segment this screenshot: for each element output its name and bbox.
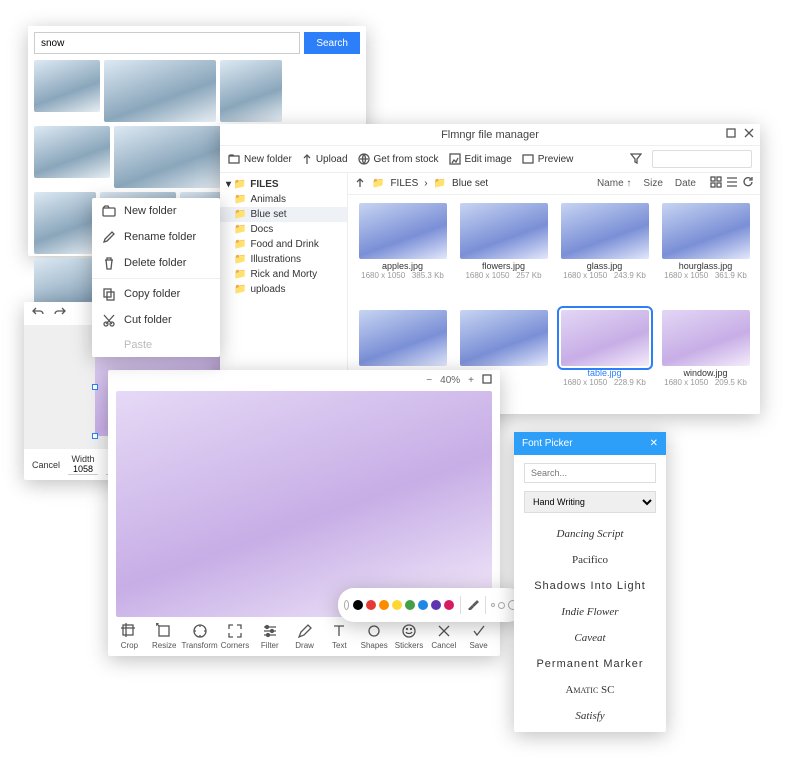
window-titlebar: Flmngr file manager [220,124,760,146]
brush-color-swatch[interactable] [379,600,389,610]
undo-icon[interactable] [32,306,44,321]
tool-shapes[interactable]: Shapes [357,623,392,650]
font-category-select[interactable]: Hand Writing [524,491,656,513]
brush-color-swatch[interactable] [418,600,428,610]
close-icon[interactable]: ✕ [650,438,658,449]
result-thumb[interactable] [34,192,96,254]
result-thumb[interactable] [34,60,100,112]
upload-button[interactable]: Upload [302,153,348,165]
tool-draw[interactable]: Draw [287,623,322,650]
tool-text[interactable]: Text [322,623,357,650]
up-icon[interactable] [354,176,366,191]
view-list-icon[interactable] [726,176,738,191]
tool-resize[interactable]: Resize [147,623,182,650]
brush-popover [338,588,524,622]
tool-cancel[interactable]: Cancel [426,623,461,650]
file-item[interactable]: window.jpg1680 x 1050 209.5 Kb [659,310,752,407]
zoom-in-icon[interactable]: + [468,375,474,386]
tool-crop[interactable]: Crop [112,623,147,650]
breadcrumb[interactable]: Blue set [452,178,488,189]
tree-root[interactable]: ▾ 📁 FILES [220,177,347,192]
brush-color-swatch[interactable] [444,600,454,610]
color-none-icon[interactable] [344,600,349,610]
ctx-new-folder[interactable]: New folder [92,198,220,224]
font-option[interactable]: Amatic SC [514,677,666,703]
file-item[interactable]: hourglass.jpg1680 x 1050 361.9 Kb [659,203,752,300]
tree-node[interactable]: 📁 Docs [220,222,347,237]
brush-color-swatch[interactable] [366,600,376,610]
maximize-icon[interactable] [726,128,736,141]
tree-node[interactable]: 📁 uploads [220,282,347,297]
tool-corners[interactable]: Corners [218,623,253,650]
ctx-cut-folder[interactable]: Cut folder [92,307,220,333]
view-grid-icon[interactable] [710,176,722,191]
zoom-out-icon[interactable]: − [426,375,432,386]
fullscreen-icon[interactable] [482,374,492,387]
window-title: Flmngr file manager [441,129,539,141]
file-item[interactable]: glass.jpg1680 x 1050 243.9 Kb [558,203,651,300]
tool-save[interactable]: Save [461,623,496,650]
font-option[interactable]: Dancing Script [514,521,666,547]
tool-filter[interactable]: Filter [252,623,287,650]
filter-input[interactable] [652,150,752,168]
result-thumb[interactable] [114,126,226,188]
font-search-input[interactable] [524,463,656,483]
file-item[interactable]: table.jpg1680 x 1050 228.9 Kb [558,310,651,407]
filter-icon[interactable] [630,152,642,167]
cancel-button[interactable]: Cancel [32,460,60,470]
redo-icon[interactable] [54,306,66,321]
tree-node[interactable]: 📁 Illustrations [220,252,347,267]
tree-node[interactable]: 📁 Animals [220,192,347,207]
brush-color-swatch[interactable] [392,600,402,610]
font-picker-title: Font Picker [522,438,573,449]
brush-size-small[interactable] [491,603,495,607]
font-option[interactable]: Satisfy [514,703,666,729]
sort-size[interactable]: Size [643,178,662,189]
close-icon[interactable] [744,128,754,141]
search-button[interactable]: Search [304,32,360,54]
tree-node[interactable]: 📁 Food and Drink [220,237,347,252]
brush-size-med[interactable] [498,602,505,609]
brush-type-icon[interactable] [467,598,479,612]
tree-node[interactable]: 📁 Blue set [220,207,347,222]
result-thumb[interactable] [34,126,110,178]
font-option[interactable]: Permanent Marker [514,651,666,677]
crop-width-input[interactable] [68,464,98,475]
search-input[interactable] [34,32,300,54]
preview-button[interactable]: Preview [522,153,574,165]
sort-name[interactable]: Name ↑ [597,178,631,189]
font-option[interactable]: Shadows Into Light [514,573,666,599]
editor-canvas[interactable] [116,391,492,617]
result-thumb[interactable] [220,60,282,122]
brush-color-swatch[interactable] [353,600,363,610]
font-option[interactable]: Caveat [514,625,666,651]
file-item[interactable]: apples.jpg1680 x 1050 385.3 Kb [356,203,449,300]
sort-date[interactable]: Date [675,178,696,189]
ctx-rename-folder[interactable]: Rename folder [92,224,220,250]
ctx-delete-folder[interactable]: Delete folder [92,250,220,276]
tree-node[interactable]: 📁 Rick and Morty [220,267,347,282]
font-picker-panel: Font Picker ✕ Hand Writing Dancing Script… [514,432,666,732]
ctx-copy-folder[interactable]: Copy folder [92,281,220,307]
new-folder-button[interactable]: New folder [228,153,292,165]
tool-stickers[interactable]: Stickers [392,623,427,650]
breadcrumb[interactable]: FILES [390,178,418,189]
font-option[interactable]: Pacifico [514,547,666,573]
folder-context-menu: New folder Rename folder Delete folder C… [92,198,220,357]
tool-transform[interactable]: Transform [182,623,218,650]
refresh-icon[interactable] [742,176,754,191]
chevron-right-icon: › [424,178,427,189]
brush-color-swatch[interactable] [431,600,441,610]
brush-color-swatch[interactable] [405,600,415,610]
font-option[interactable]: Indie Flower [514,599,666,625]
ctx-paste: Paste [92,333,220,357]
get-from-stock-button[interactable]: Get from stock [358,153,439,165]
edit-image-button[interactable]: Edit image [449,153,512,165]
zoom-value: 40% [440,375,460,386]
result-thumb[interactable] [104,60,216,122]
file-item[interactable]: flowers.jpg1680 x 1050 257 Kb [457,203,550,300]
